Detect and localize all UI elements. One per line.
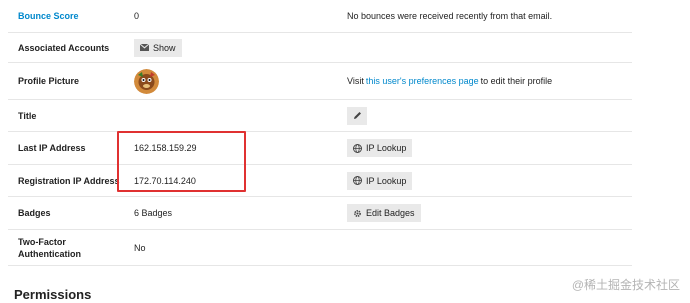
- associated-accounts-cell: Show: [134, 33, 334, 62]
- edit-badges-label: Edit Badges: [366, 208, 415, 218]
- two-factor-label: Two-Factor Authentication: [18, 236, 81, 259]
- profile-picture-note: Visit this user's preferences page to ed…: [347, 63, 627, 99]
- registration-ip-label: Registration IP Address: [18, 175, 120, 186]
- profile-note-suffix: to edit their profile: [480, 76, 553, 86]
- bounce-score-label[interactable]: Bounce Score: [18, 0, 128, 32]
- user-details-table: Bounce Score 0 No bounces were received …: [8, 0, 632, 266]
- two-factor-value: No: [134, 242, 146, 253]
- row-badges: Badges 6 Badges Edit Badges: [8, 197, 632, 230]
- profile-picture-cell: [134, 63, 334, 99]
- globe-icon: [353, 176, 362, 185]
- title-edit-cell: [347, 100, 627, 131]
- registration-ip-lookup-cell: IP Lookup: [347, 165, 627, 196]
- edit-title-button[interactable]: [347, 106, 367, 125]
- last-ip-lookup-cell: IP Lookup: [347, 132, 627, 164]
- show-button-label: Show: [153, 42, 176, 53]
- registration-ip-lookup-button[interactable]: IP Lookup: [347, 171, 413, 190]
- avatar: [134, 68, 159, 94]
- show-associated-accounts-button[interactable]: Show: [134, 38, 182, 57]
- badges-value: 6 Badges: [134, 208, 173, 218]
- row-title: Title: [8, 100, 632, 132]
- profile-picture-label: Profile Picture: [18, 76, 80, 86]
- pencil-icon: [353, 111, 362, 120]
- row-last-ip: Last IP Address 162.158.159.29 IP Lookup: [8, 132, 632, 165]
- last-ip-value: 162.158.159.29: [134, 143, 197, 153]
- last-ip-label: Last IP Address: [18, 143, 86, 153]
- registration-ip-lookup-label: IP Lookup: [366, 175, 407, 186]
- row-profile-picture: Profile Picture Visit this user's prefer…: [8, 63, 632, 100]
- row-registration-ip: Registration IP Address 172.70.114.240 I…: [8, 165, 632, 197]
- row-bounce-score: Bounce Score 0 No bounces were received …: [8, 0, 632, 33]
- profile-note-prefix: Visit: [347, 76, 364, 86]
- row-two-factor: Two-Factor Authentication No: [8, 230, 632, 266]
- edit-badges-button[interactable]: Edit Badges: [347, 204, 421, 222]
- last-ip-lookup-label: IP Lookup: [366, 143, 407, 153]
- user-preferences-link[interactable]: this user's preferences page: [366, 76, 479, 86]
- edit-badges-cell: Edit Badges: [347, 197, 627, 229]
- permissions-heading: Permissions: [14, 287, 92, 302]
- gear-icon: [353, 209, 362, 218]
- globe-icon: [353, 143, 362, 153]
- title-label: Title: [18, 110, 37, 121]
- last-ip-lookup-button[interactable]: IP Lookup: [347, 139, 413, 157]
- registration-ip-value: 172.70.114.240: [134, 175, 196, 186]
- watermark: @稀土掘金技术社区: [571, 278, 680, 292]
- row-associated-accounts: Associated Accounts Show: [8, 33, 632, 63]
- associated-accounts-label: Associated Accounts: [18, 42, 110, 53]
- envelope-icon: [140, 43, 149, 52]
- bounce-score-value: 0: [134, 11, 140, 21]
- bounce-score-note: No bounces were received recently from t…: [347, 11, 553, 21]
- badges-label: Badges: [18, 208, 51, 218]
